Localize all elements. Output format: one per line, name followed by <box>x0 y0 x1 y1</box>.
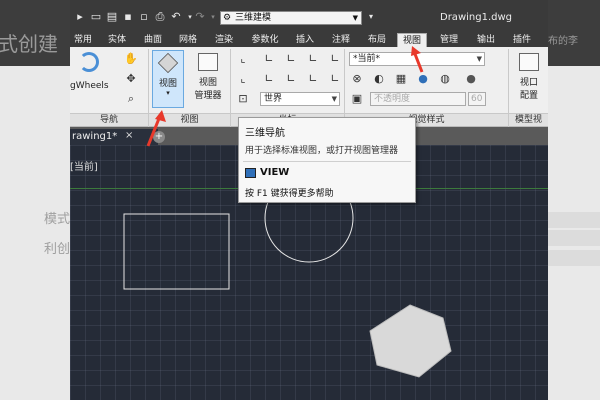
tab-solid[interactable]: 实体 <box>104 33 130 47</box>
tab-render[interactable]: 渲染 <box>211 33 237 47</box>
command-icon <box>245 168 256 178</box>
material-icon[interactable]: ● <box>462 71 480 87</box>
ucs-object-icon[interactable]: ∟ <box>304 71 322 87</box>
view-cube-icon <box>157 52 179 74</box>
face-style-icon[interactable]: ◍ <box>436 71 454 87</box>
background-side-block-3 <box>548 250 600 266</box>
ucs-world-icon[interactable]: ⊡ <box>234 91 252 107</box>
ucs-combo[interactable]: 世界 ▼ <box>260 92 340 106</box>
tooltip-divider <box>243 161 411 162</box>
view-manager-icon <box>198 53 218 71</box>
background-title: 式创建 <box>0 32 58 56</box>
view-manager-label-2: 管理器 <box>194 91 222 101</box>
steering-wheel-icon <box>79 52 99 72</box>
opacity-icon[interactable]: ▣ <box>348 91 366 107</box>
tab-output[interactable]: 输出 <box>473 33 499 47</box>
view-button-label: 视图 <box>158 79 177 89</box>
gear-icon: ⚙ <box>223 13 232 23</box>
ucs-face-icon[interactable]: ∟ <box>326 71 344 87</box>
ucs-y-icon[interactable]: ∟ <box>282 51 300 67</box>
zoom-icon[interactable]: ⌕ <box>122 91 140 107</box>
tab-plugins[interactable]: 插件 <box>509 33 535 47</box>
open-folder-icon[interactable]: ▤ <box>106 11 118 23</box>
ucs-combo-value: 世界 <box>264 94 283 104</box>
background-side-block-1 <box>548 212 600 228</box>
opacity-combo: 不透明度 <box>370 92 466 106</box>
drawn-rectangle[interactable] <box>123 213 230 290</box>
undo-icon[interactable]: ↶ <box>170 11 182 23</box>
ucs-3point-icon[interactable]: ∟ <box>260 71 278 87</box>
xray-icon[interactable]: ⊗ <box>348 71 366 87</box>
view-manager-button[interactable]: 视图 管理器 <box>188 50 228 108</box>
orbit-icon[interactable]: ✥ <box>122 71 140 87</box>
title-bar: ▸ ▭ ▤ ▪ ▫ ⎙ ↶ ▾ ↷ ▾ ⚙ 三维建模 ▼ ▾ Drawing1.… <box>70 0 548 31</box>
background-side-block-2 <box>548 230 600 246</box>
chevron-down-icon: ▼ <box>352 14 358 22</box>
steering-wheels-label: gWheels <box>70 81 109 91</box>
tab-manage[interactable]: 管理 <box>436 33 462 47</box>
ucs-x-icon[interactable]: ∟ <box>260 51 278 67</box>
redo-dropdown-icon[interactable]: ▾ <box>207 11 219 23</box>
workspace-value: 三维建模 <box>235 13 272 23</box>
new-file-icon[interactable]: ▭ <box>90 11 102 23</box>
tab-surface[interactable]: 曲面 <box>140 33 166 47</box>
tab-home[interactable]: 常用 <box>70 33 96 47</box>
ucs-z-icon[interactable]: ∟ <box>304 51 322 67</box>
document-title: Drawing1.dwg <box>440 12 512 23</box>
annotation-arrow-icon <box>146 110 166 147</box>
viewport-config-icon <box>519 53 539 71</box>
viewport-config-label-1: 视口 <box>519 78 538 88</box>
save-as-icon[interactable]: ▫ <box>138 11 150 23</box>
view-manager-label-1: 视图 <box>198 78 217 88</box>
shadow-icon[interactable]: ◐ <box>370 71 388 87</box>
tooltip-title: 三维导航 <box>245 128 285 139</box>
ribbon: gWheels ✋ ✥ ⌕ 视图 ▾ 视图 管理器 ⌞ ⌞ ⊡ ∟ ∟ ∟ ∟ … <box>70 47 548 127</box>
chevron-down-icon: ▼ <box>476 55 482 63</box>
drawn-hexagon[interactable] <box>369 304 452 378</box>
panel-label-navigation[interactable]: 导航 <box>70 113 148 126</box>
redo-icon[interactable]: ↷ <box>194 11 206 23</box>
ribbon-tabs: 常用 实体 曲面 网格 渲染 参数化 插入 注释 布局 视图 管理 输出 插件 <box>70 31 548 47</box>
viewport-config-button[interactable]: 视口 配置 <box>512 50 546 108</box>
ucs-previous-icon[interactable]: ⌞ <box>234 71 252 87</box>
tab-annotate[interactable]: 注释 <box>328 33 354 47</box>
close-icon[interactable]: × <box>125 129 133 143</box>
print-icon[interactable]: ⎙ <box>154 11 166 23</box>
chevron-down-icon: ▼ <box>331 95 337 103</box>
file-tab-label: rawing1* <box>72 131 118 142</box>
tab-parametric[interactable]: 参数化 <box>247 33 283 47</box>
tooltip-description: 用于选择标准视图，或打开视图管理器 <box>245 146 399 156</box>
tooltip-command: VIEW <box>260 167 290 178</box>
viewport-config-label-2: 配置 <box>519 91 538 101</box>
tab-insert[interactable]: 插入 <box>292 33 318 47</box>
menu-icon[interactable]: ▸ <box>74 11 86 23</box>
background-right-text: 布的李 <box>548 36 578 47</box>
chevron-down-icon: ▾ <box>166 89 170 97</box>
annotation-arrow-icon <box>411 46 424 73</box>
panel-label-model-viewports[interactable]: 模型视 <box>509 113 548 126</box>
pan-hand-icon[interactable]: ✋ <box>122 51 140 67</box>
view-tooltip: 三维导航 用于选择标准视图，或打开视图管理器 VIEW 按 F1 键获得更多帮助 <box>238 117 416 203</box>
ucs-origin-icon[interactable]: ∟ <box>326 51 344 67</box>
tab-layout[interactable]: 布局 <box>364 33 390 47</box>
tab-mesh[interactable]: 网格 <box>175 33 201 47</box>
opacity-value: 60 <box>468 92 486 106</box>
ucs-view-icon[interactable]: ∟ <box>282 71 300 87</box>
tooltip-help: 按 F1 键获得更多帮助 <box>245 189 334 199</box>
visual-style-value: *当前* <box>353 54 381 64</box>
autocad-window: ▸ ▭ ▤ ▪ ▫ ⎙ ↶ ▾ ↷ ▾ ⚙ 三维建模 ▼ ▾ Drawing1.… <box>70 0 548 400</box>
view-cube-button[interactable]: 视图 ▾ <box>152 50 184 108</box>
save-icon[interactable]: ▪ <box>122 11 134 23</box>
ucs-icon[interactable]: ⌞ <box>234 51 252 67</box>
workspace-select[interactable]: ⚙ 三维建模 ▼ <box>220 11 362 25</box>
customize-qat-icon[interactable]: ▾ <box>365 11 377 23</box>
